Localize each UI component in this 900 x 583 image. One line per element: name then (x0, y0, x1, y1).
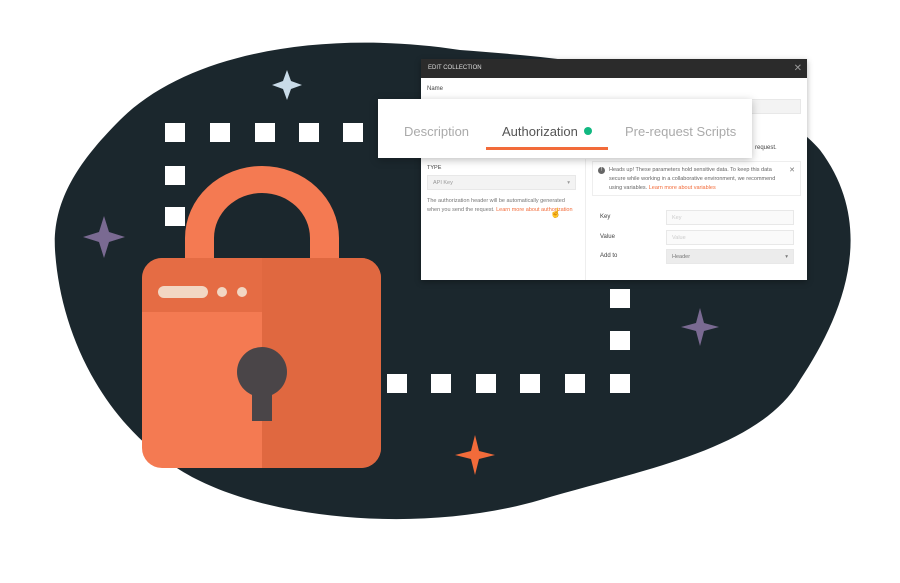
tab-authorization[interactable]: Authorization (502, 124, 592, 139)
close-icon[interactable]: ✕ (794, 59, 802, 78)
divider (585, 159, 586, 280)
type-value: API Key (433, 180, 453, 186)
tab-pre-request-scripts[interactable]: Pre-request Scripts (625, 124, 736, 139)
add-to-value: Header (672, 254, 691, 260)
hand-cursor-icon: ☝ (550, 208, 562, 218)
tab-authorization-label: Authorization (502, 124, 578, 139)
partial-text: request. (755, 145, 777, 151)
type-label: TYPE (427, 165, 442, 171)
active-tab-indicator (486, 147, 608, 150)
caret-down-icon: ▾ (567, 180, 570, 186)
dialog-header: EDIT COLLECTION ✕ (421, 59, 807, 78)
add-to-select[interactable]: Header ▾ (666, 249, 794, 264)
sensitive-data-notice: ! Heads up! These parameters hold sensiti… (592, 161, 801, 196)
value-input[interactable]: Value (666, 230, 794, 245)
caret-down-icon: ▾ (785, 254, 788, 260)
key-input[interactable]: Key (666, 210, 794, 225)
type-select[interactable]: API Key ▾ (427, 175, 576, 190)
tab-bar: Description Authorization Pre-request Sc… (378, 99, 752, 158)
add-to-label: Add to (600, 253, 618, 259)
status-dot-icon (583, 127, 592, 135)
info-icon: ! (598, 167, 605, 174)
tab-description[interactable]: Description (404, 124, 469, 139)
value-label: Value (600, 234, 615, 240)
close-icon[interactable]: ✕ (789, 166, 795, 175)
key-label: Key (600, 214, 611, 220)
learn-more-variables-link[interactable]: Learn more about variables (649, 185, 716, 191)
name-label: Name (427, 86, 444, 92)
dialog-title: EDIT COLLECTION (428, 65, 482, 71)
